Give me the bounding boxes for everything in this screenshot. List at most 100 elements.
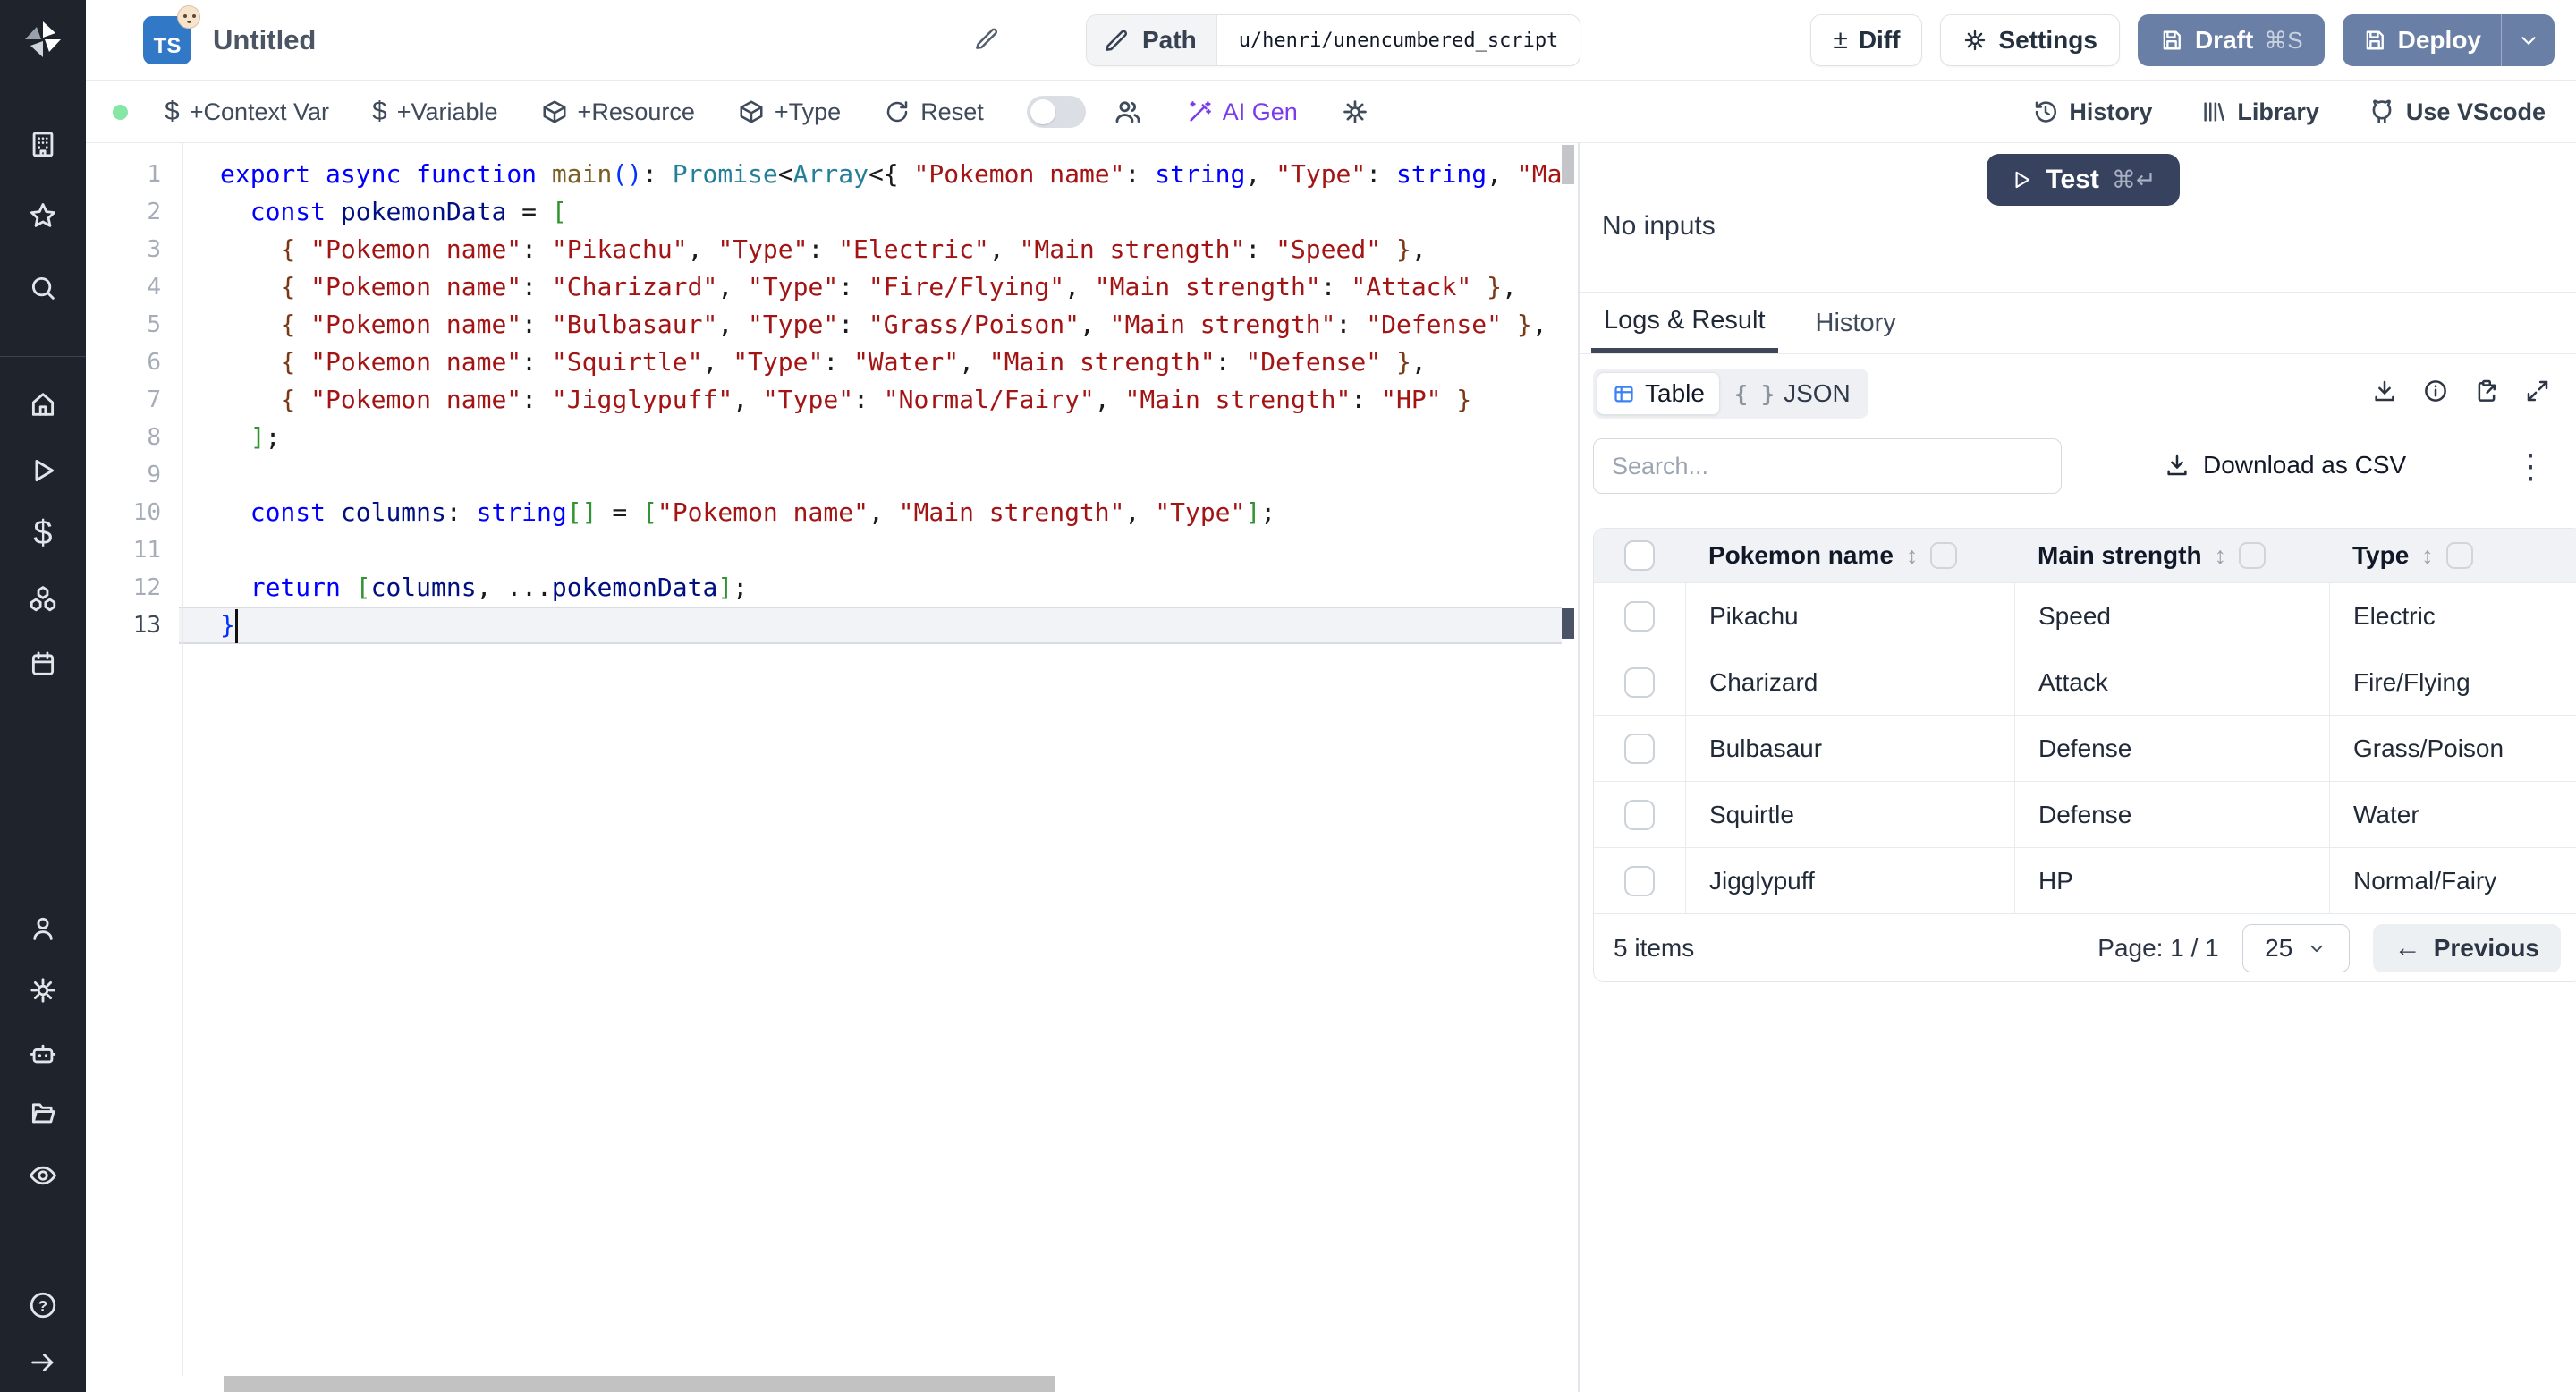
scrollbar-thumb[interactable]	[1562, 145, 1574, 184]
draft-button[interactable]: Draft ⌘S	[2137, 14, 2325, 66]
download-csv-button[interactable]: Download as CSV	[2164, 451, 2406, 480]
code-line[interactable]: 13}	[86, 607, 1562, 644]
home-icon[interactable]	[28, 389, 58, 420]
kebab-menu-icon[interactable]: ⋮	[2513, 446, 2547, 488]
user-icon[interactable]	[28, 913, 58, 944]
row-checkbox[interactable]	[1624, 799, 1655, 830]
view-json-button[interactable]: { } JSON	[1720, 372, 1865, 415]
resources-boxes-icon[interactable]	[28, 584, 58, 615]
sort-icon[interactable]: ↕	[1906, 542, 1919, 570]
tab-history[interactable]: History	[1803, 293, 1909, 353]
settings-button[interactable]: Settings	[1940, 14, 2120, 66]
table-cell: Fire/Flying	[2329, 649, 2576, 715]
view-switcher: Table { } JSON	[1593, 369, 1868, 419]
add-type-button[interactable]: +Type	[738, 98, 841, 126]
workers-robot-icon[interactable]	[28, 1038, 58, 1068]
column-header-type[interactable]: Type	[2352, 541, 2409, 570]
info-icon[interactable]	[2422, 378, 2449, 404]
code-line[interactable]: 6 { "Pokemon name": "Squirtle", "Type": …	[86, 344, 1562, 381]
add-context-var-button[interactable]: $ +Context Var	[165, 97, 329, 127]
row-checkbox[interactable]	[1624, 666, 1655, 698]
history-button[interactable]: History	[2032, 98, 2152, 126]
column-filter-toggle[interactable]	[2445, 542, 2473, 569]
code-line[interactable]: 3 { "Pokemon name": "Pikachu", "Type": "…	[86, 231, 1562, 268]
pane-divider[interactable]	[1578, 143, 1580, 1392]
code-line[interactable]: 1 export async function main(): Promise<A…	[86, 156, 1562, 193]
schedules-calendar-icon[interactable]	[28, 649, 58, 679]
audit-eye-icon[interactable]	[28, 1160, 58, 1191]
search-icon[interactable]	[28, 273, 58, 303]
help-icon[interactable]: ?	[28, 1290, 58, 1320]
tab-logs-result[interactable]: Logs & Result	[1591, 293, 1778, 353]
page-size-value: 25	[2265, 933, 2293, 962]
select-all-checkbox[interactable]	[1624, 540, 1655, 571]
view-table-button[interactable]: Table	[1597, 372, 1720, 415]
search-input[interactable]	[1593, 438, 2062, 494]
code-line[interactable]: 5 { "Pokemon name": "Bulbasaur", "Type":…	[86, 306, 1562, 344]
diff-mode-toggle[interactable]	[1026, 96, 1086, 128]
dollar-icon: $	[165, 97, 180, 126]
clipboard-copy-icon[interactable]	[2473, 378, 2500, 404]
expand-icon[interactable]	[2524, 378, 2551, 404]
row-checkbox[interactable]	[1624, 600, 1655, 632]
scrollbar-thumb[interactable]	[224, 1376, 1055, 1392]
previous-page-button[interactable]: ← Previous	[2372, 923, 2561, 972]
code-editor[interactable]: 1 export async function main(): Promise<A…	[86, 143, 1578, 1392]
column-header-main-strength[interactable]: Main strength	[2038, 541, 2202, 570]
favorites-star-icon[interactable]	[28, 200, 58, 231]
add-resource-button[interactable]: +Resource	[541, 98, 695, 126]
test-button[interactable]: Test ⌘↵	[1987, 154, 2180, 206]
use-vscode-button[interactable]: Use VScode	[2368, 98, 2546, 126]
code-line[interactable]: 8 ];	[86, 419, 1562, 456]
deploy-button[interactable]: Deploy	[2342, 14, 2555, 66]
history-clock-icon	[2032, 98, 2059, 125]
windmill-logo-icon[interactable]	[21, 18, 64, 61]
collaboration-users-icon[interactable]	[1113, 97, 1143, 127]
code-line[interactable]: 7 { "Pokemon name": "Jigglypuff", "Type"…	[86, 381, 1562, 419]
code-line[interactable]: 10 const columns: string[] = ["Pokemon n…	[86, 494, 1562, 531]
row-checkbox[interactable]	[1624, 865, 1655, 896]
line-number: 4	[147, 274, 161, 301]
library-button[interactable]: Library	[2200, 98, 2319, 126]
settings-gear-icon[interactable]	[28, 975, 58, 1006]
ai-gen-label: AI Gen	[1222, 98, 1298, 125]
sidebar-divider	[0, 356, 86, 357]
line-number: 11	[132, 537, 161, 564]
add-variable-button[interactable]: $ +Variable	[372, 97, 498, 127]
reset-button[interactable]: Reset	[884, 98, 984, 126]
line-number: 9	[147, 462, 161, 488]
column-header-pokemon-name[interactable]: Pokemon name	[1708, 541, 1894, 570]
column-filter-toggle[interactable]	[1930, 542, 1958, 569]
row-checkbox[interactable]	[1624, 733, 1655, 764]
editor-settings-gear-icon[interactable]	[1341, 98, 1369, 126]
dollar-icon: $	[372, 97, 387, 126]
text-cursor	[235, 609, 238, 643]
path-field[interactable]: Path u/henri/unencumbered_script	[1086, 14, 1581, 66]
code-line[interactable]: 4 { "Pokemon name": "Charizard", "Type":…	[86, 268, 1562, 306]
column-filter-toggle[interactable]	[2239, 542, 2267, 569]
diff-button[interactable]: ± Diff	[1810, 14, 1923, 66]
folders-icon[interactable]	[28, 1098, 58, 1128]
variables-dollar-icon[interactable]: $	[28, 516, 58, 550]
sort-icon[interactable]: ↕	[2215, 542, 2227, 570]
code-lines[interactable]: 1 export async function main(): Promise<A…	[86, 156, 1562, 644]
editor-horizontal-scrollbar[interactable]	[86, 1376, 1562, 1392]
ai-gen-button[interactable]: AI Gen	[1186, 98, 1298, 126]
runs-play-icon[interactable]	[28, 455, 58, 486]
sort-icon[interactable]: ↕	[2421, 542, 2434, 570]
expand-sidebar-arrow-icon[interactable]	[28, 1347, 58, 1378]
editor-vertical-scrollbar[interactable]	[1562, 143, 1576, 1376]
editor-toolbar: $ +Context Var $ +Variable +Resource +Ty…	[86, 81, 2576, 143]
page-size-select[interactable]: 25	[2241, 923, 2350, 972]
code-line[interactable]: 2 const pokemonData = [	[86, 193, 1562, 231]
code-line[interactable]: 9	[86, 456, 1562, 494]
deploy-dropdown-chevron[interactable]	[2501, 14, 2555, 66]
code-line[interactable]: 12 return [columns, ...pokemonData];	[86, 569, 1562, 607]
download-icon[interactable]	[2371, 378, 2398, 404]
workspace-building-icon[interactable]	[28, 129, 58, 159]
table-cell: Electric	[2329, 583, 2576, 649]
result-panel: Test ⌘↵ No inputs Logs & Result History …	[1580, 143, 2576, 1392]
code-line[interactable]: 11	[86, 531, 1562, 569]
edit-title-pencil-icon[interactable]	[973, 25, 1004, 55]
